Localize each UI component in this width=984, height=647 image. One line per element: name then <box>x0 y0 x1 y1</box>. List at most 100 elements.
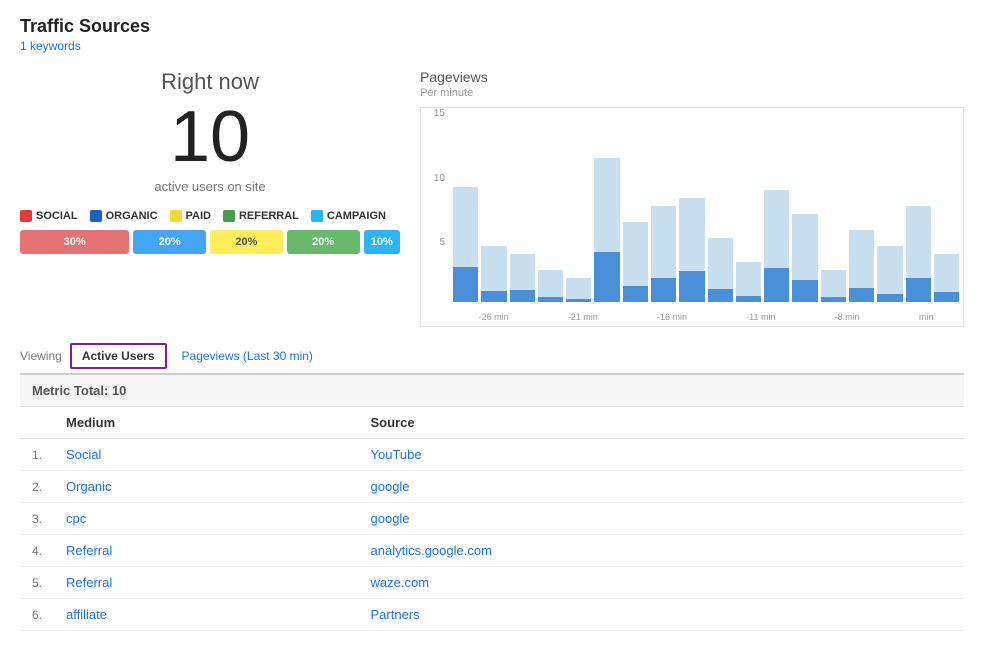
bar-paid: 20% <box>210 230 283 254</box>
chart-bar-group <box>849 112 874 302</box>
chart-bar-outer <box>651 206 676 302</box>
row-source: YouTube <box>359 439 965 471</box>
col-num <box>20 407 54 439</box>
chart-bar-outer <box>679 198 704 302</box>
chart-bar-outer <box>566 278 591 302</box>
chart-bar-inner <box>821 297 846 302</box>
row-medium: Organic <box>54 471 358 503</box>
row-source: google <box>359 471 965 503</box>
row-number: 4. <box>20 535 54 567</box>
chart-bar-inner <box>849 288 874 302</box>
chart-bar-inner <box>651 278 676 302</box>
chart-bar-inner <box>623 286 648 302</box>
chart-bar-inner <box>792 280 817 302</box>
chart-bar-outer <box>453 187 478 302</box>
chart-bar-group <box>708 112 733 302</box>
chart-bar-group <box>594 112 619 302</box>
chart-bar-inner <box>453 267 478 302</box>
table-row: 4.Referralanalytics.google.com <box>20 535 964 567</box>
pageviews-chart: 15 10 5 -26 min -21 min -16 min -11 min … <box>420 107 964 327</box>
metric-total-row: Metric Total: 10 <box>20 375 964 407</box>
table-row: 3.cpcgoogle <box>20 503 964 535</box>
table-row: 2.Organicgoogle <box>20 471 964 503</box>
chart-bars-area <box>449 108 963 302</box>
legend-organic: ORGANIC <box>90 210 158 222</box>
chart-bar-group <box>566 112 591 302</box>
paid-dot <box>170 210 182 222</box>
row-source: analytics.google.com <box>359 535 965 567</box>
chart-bar-group <box>792 112 817 302</box>
chart-bar-inner <box>538 297 563 302</box>
chart-bar-outer <box>510 254 535 302</box>
chart-bar-group <box>736 112 761 302</box>
tab-active-users[interactable]: Active Users <box>70 343 167 369</box>
bar-referral: 20% <box>287 230 360 254</box>
row-medium: Referral <box>54 567 358 599</box>
chart-bar-inner <box>510 290 535 302</box>
social-label: SOCIAL <box>36 210 78 222</box>
chart-bar-inner <box>708 289 733 302</box>
chart-bar-outer <box>877 246 902 302</box>
row-number: 1. <box>20 439 54 471</box>
legend-paid: PAID <box>170 210 211 222</box>
chart-bar-group <box>651 112 676 302</box>
legend: SOCIAL ORGANIC PAID REFERRAL CAMPAIGN <box>20 210 400 222</box>
pageviews-title: Pageviews <box>420 69 964 85</box>
viewing-tabs-row: Viewing Active Users Pageviews (Last 30 … <box>20 343 964 375</box>
chart-bar-group <box>453 112 478 302</box>
bar-organic: 20% <box>133 230 206 254</box>
legend-campaign: CAMPAIGN <box>311 210 386 222</box>
paid-label: PAID <box>186 210 211 222</box>
chart-bar-inner <box>594 252 619 302</box>
row-source: google <box>359 503 965 535</box>
chart-bar-outer <box>849 230 874 302</box>
chart-bar-outer <box>708 238 733 302</box>
chart-bar-inner <box>679 271 704 302</box>
chart-bar-group <box>623 112 648 302</box>
chart-yaxis: 15 10 5 <box>421 108 449 302</box>
referral-label: REFERRAL <box>239 210 299 222</box>
chart-bar-inner <box>736 296 761 302</box>
chart-bar-outer <box>594 158 619 302</box>
col-medium: Medium <box>54 407 358 439</box>
main-page: Traffic Sources 1 keywords Right now 10 … <box>0 0 984 647</box>
table-row: 1.SocialYouTube <box>20 439 964 471</box>
traffic-table: Medium Source 1.SocialYouTube2.Organicgo… <box>20 407 964 631</box>
campaign-label: CAMPAIGN <box>327 210 386 222</box>
chart-bar-inner <box>764 268 789 302</box>
chart-bar-group <box>934 112 959 302</box>
chart-bar-group <box>679 112 704 302</box>
bar-social: 30% <box>20 230 129 254</box>
right-panel: Pageviews Per minute 15 10 5 -26 min -21… <box>420 69 964 327</box>
row-medium: affiliate <box>54 599 358 631</box>
row-source: Partners <box>359 599 965 631</box>
row-number: 5. <box>20 567 54 599</box>
table-row: 5.Referralwaze.com <box>20 567 964 599</box>
legend-social: SOCIAL <box>20 210 78 222</box>
tab-pageviews-last30[interactable]: Pageviews (Last 30 min) <box>171 344 324 368</box>
chart-bar-group <box>906 112 931 302</box>
row-number: 6. <box>20 599 54 631</box>
chart-bar-group <box>764 112 789 302</box>
chart-bar-outer <box>736 262 761 302</box>
row-number: 3. <box>20 503 54 535</box>
segment-bars: 30% 20% 20% 20% 10% <box>20 230 400 254</box>
chart-bar-group <box>481 112 506 302</box>
organic-dot <box>90 210 102 222</box>
chart-bar-inner <box>481 291 506 302</box>
col-source: Source <box>359 407 965 439</box>
chart-xaxis: -26 min -21 min -16 min -11 min -8 min m… <box>449 312 963 322</box>
campaign-dot <box>311 210 323 222</box>
chart-bar-group <box>538 112 563 302</box>
legend-referral: REFERRAL <box>223 210 299 222</box>
left-panel: Right now 10 active users on site SOCIAL… <box>20 69 400 327</box>
organic-label: ORGANIC <box>106 210 158 222</box>
chart-bar-outer <box>792 214 817 302</box>
pageviews-subtitle: Per minute <box>420 87 964 99</box>
row-source: waze.com <box>359 567 965 599</box>
social-dot <box>20 210 32 222</box>
chart-bar-group <box>510 112 535 302</box>
viewing-label: Viewing <box>20 349 62 363</box>
chart-bar-inner <box>877 294 902 302</box>
chart-bar-outer <box>906 206 931 302</box>
